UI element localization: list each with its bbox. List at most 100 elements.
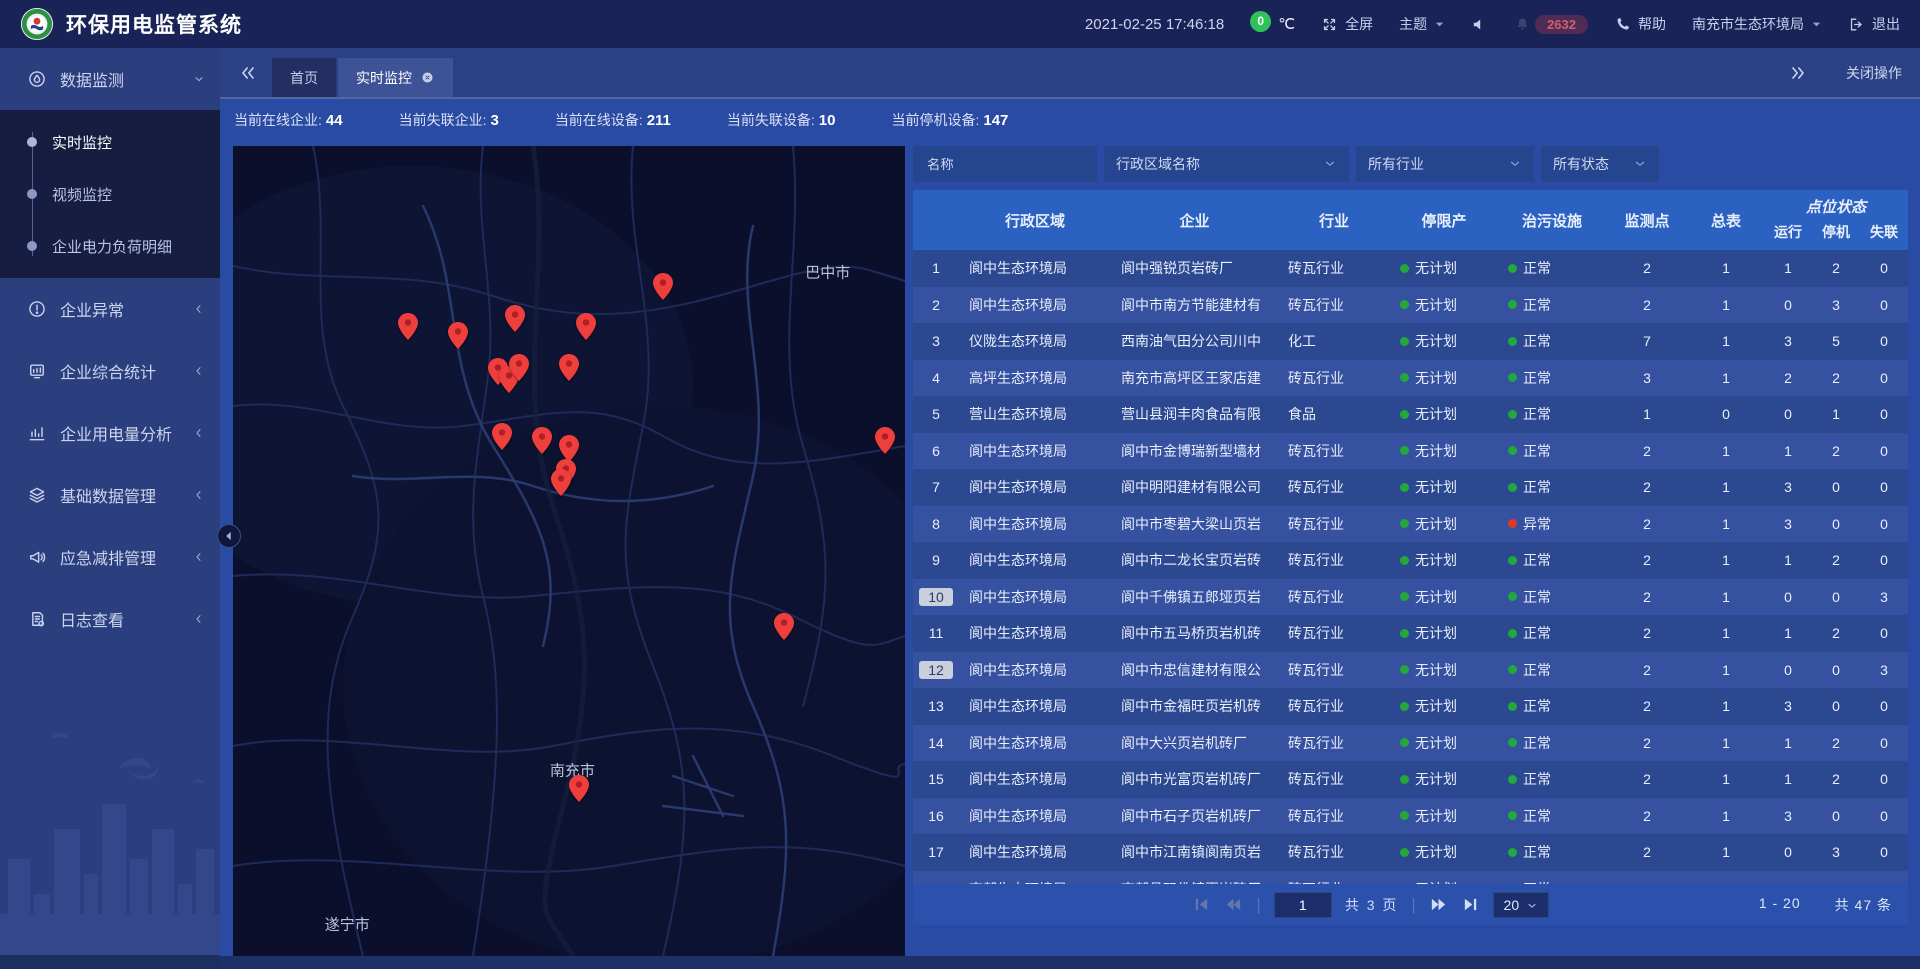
table-row[interactable]: 13阆中生态环境局阆中市金福旺页岩机砖砖瓦行业无计划正常21300 xyxy=(913,688,1908,725)
name-filter-input[interactable] xyxy=(925,156,1085,173)
map-pin-icon[interactable] xyxy=(569,775,589,802)
page-number-input[interactable] xyxy=(1274,892,1332,918)
stat-当前失联企业: 当前失联企业:3 xyxy=(399,110,499,130)
industry-filter-select[interactable]: 所有行业 xyxy=(1356,146,1534,182)
region-filter-select[interactable]: 行政区域名称 xyxy=(1104,146,1349,182)
map-pin-icon[interactable] xyxy=(505,305,525,332)
first-page-button[interactable] xyxy=(1192,895,1211,914)
table-row[interactable]: 8阆中生态环境局阆中市枣碧大梁山页岩砖瓦行业无计划异常21300 xyxy=(913,506,1908,543)
company-cell: 阆中强锐页岩砖厂 xyxy=(1111,258,1278,278)
sidebar-item-0[interactable]: 数据监测 xyxy=(0,48,220,110)
tabs-scroll-left-button[interactable] xyxy=(238,63,258,83)
map-pin-icon[interactable] xyxy=(398,313,418,340)
map-pin-icon[interactable] xyxy=(492,423,512,450)
table-row[interactable]: 9阆中生态环境局阆中市二龙长宝页岩砖砖瓦行业无计划正常21120 xyxy=(913,542,1908,579)
last-page-button[interactable] xyxy=(1461,895,1480,914)
row-index: 17 xyxy=(913,844,959,860)
table-row[interactable]: 12阆中生态环境局阆中市忠信建材有限公砖瓦行业无计划正常21003 xyxy=(913,652,1908,689)
sidebar-item-5[interactable]: 应急减排管理 xyxy=(0,526,220,588)
total-meters-cell: 1 xyxy=(1688,771,1764,787)
monitor-points-cell: 2 xyxy=(1606,625,1688,641)
fullscreen-button[interactable]: 全屏 xyxy=(1321,14,1373,34)
map-pin-icon[interactable] xyxy=(448,322,468,349)
map-pin-icon[interactable] xyxy=(576,313,596,340)
table-row[interactable]: 7阆中生态环境局阆中明阳建材有限公司砖瓦行业无计划正常21300 xyxy=(913,469,1908,506)
map-pin-icon[interactable] xyxy=(774,613,794,640)
close-operations-button[interactable]: 关闭操作 xyxy=(1846,63,1902,83)
theme-dropdown[interactable]: 主题 xyxy=(1399,14,1445,34)
table-row[interactable]: 10阆中生态环境局阆中千佛镇五郎垭页岩砖瓦行业无计划正常21003 xyxy=(913,579,1908,616)
sound-button[interactable] xyxy=(1471,16,1488,33)
table-row[interactable]: 3仪陇生态环境局西南油气田分公司川中化工无计划正常71350 xyxy=(913,323,1908,360)
status-filter-select[interactable]: 所有状态 xyxy=(1541,146,1659,182)
limit-production-cell: 无计划 xyxy=(1390,368,1498,388)
sidebar-menu: 数据监测实时监控视频监控企业电力负荷明细企业异常企业综合统计企业用电量分析基础数… xyxy=(0,48,220,650)
running-cell: 3 xyxy=(1764,516,1812,532)
pagination-summary: 1 - 20 共 47 条 xyxy=(1759,895,1892,915)
tab-realtime-monitor[interactable]: 实时监控 xyxy=(338,58,453,97)
total-meters-cell: 1 xyxy=(1688,735,1764,751)
sidebar-collapse-button[interactable] xyxy=(217,524,241,548)
chart-icon xyxy=(27,423,47,443)
region-cell: 阆中生态环境局 xyxy=(959,258,1111,278)
table-row[interactable]: 17阆中生态环境局阆中市江南镇阆南页岩砖瓦行业无计划正常21030 xyxy=(913,834,1908,871)
limit-production-cell: 无计划 xyxy=(1390,550,1498,570)
table-row[interactable]: 11阆中生态环境局阆中市五马桥页岩机砖砖瓦行业无计划正常21120 xyxy=(913,615,1908,652)
running-cell: 0 xyxy=(1764,589,1812,605)
sidebar-item-2[interactable]: 企业综合统计 xyxy=(0,340,220,402)
sidebar-subitem-0[interactable]: 实时监控 xyxy=(0,116,220,168)
notifications-button[interactable]: 2632 xyxy=(1514,15,1588,34)
table-row[interactable]: 15阆中生态环境局阆中市光富页岩机砖厂砖瓦行业无计划正常21120 xyxy=(913,761,1908,798)
map-pin-icon[interactable] xyxy=(551,469,571,496)
map-pin-icon[interactable] xyxy=(509,354,529,381)
lost-cell: 0 xyxy=(1860,844,1908,860)
map-pin-icon[interactable] xyxy=(559,354,579,381)
tabs-scroll-right-button[interactable] xyxy=(1788,63,1808,83)
sidebar-item-3[interactable]: 企业用电量分析 xyxy=(0,402,220,464)
table-row[interactable]: 5营山生态环境局营山县润丰肉食品有限食品无计划正常10010 xyxy=(913,396,1908,433)
page-size-select[interactable]: 20 xyxy=(1493,892,1549,918)
org-dropdown[interactable]: 南充市生态环境局 xyxy=(1692,14,1822,34)
sidebar-subitem-1[interactable]: 视频监控 xyxy=(0,168,220,220)
table-row[interactable]: 14阆中生态环境局阆中大兴页岩机砖厂砖瓦行业无计划正常21120 xyxy=(913,725,1908,762)
sidebar-subitem-2[interactable]: 企业电力负荷明细 xyxy=(0,220,220,272)
map-pin-icon[interactable] xyxy=(532,427,552,454)
table-row[interactable]: 4高坪生态环境局南充市高坪区王家店建砖瓦行业无计划正常31220 xyxy=(913,360,1908,397)
map-city-label: 遂宁市 xyxy=(325,913,370,934)
status-dot xyxy=(1508,264,1517,273)
map-pin-icon[interactable] xyxy=(875,427,895,454)
previous-page-button[interactable] xyxy=(1224,895,1243,914)
company-cell: 营山县润丰肉食品有限 xyxy=(1111,404,1278,424)
table-row[interactable]: 16阆中生态环境局阆中市石子页岩机砖厂砖瓦行业无计划正常21300 xyxy=(913,798,1908,835)
next-page-button[interactable] xyxy=(1429,895,1448,914)
company-cell: 南充市高坪区王家店建 xyxy=(1111,368,1278,388)
sidebar-item-1[interactable]: 企业异常 xyxy=(0,278,220,340)
table-panel: 行政区域名称 所有行业 所有状态 行政区域企业行业停限 xyxy=(913,146,1908,925)
running-cell: 0 xyxy=(1764,662,1812,678)
logout-button[interactable]: 退出 xyxy=(1848,14,1900,34)
stopped-cell: 2 xyxy=(1812,552,1860,568)
running-cell: 1 xyxy=(1764,771,1812,787)
table-row[interactable]: 1阆中生态环境局阆中强锐页岩砖厂砖瓦行业无计划正常21120 xyxy=(913,250,1908,287)
close-icon[interactable] xyxy=(420,70,435,85)
row-index: 13 xyxy=(913,698,959,714)
sidebar-item-6[interactable]: 日志查看 xyxy=(0,588,220,650)
status-dot xyxy=(1400,665,1409,674)
map-canvas[interactable] xyxy=(233,146,905,956)
tab-home[interactable]: 首页 xyxy=(272,58,336,97)
industry-cell: 食品 xyxy=(1278,404,1390,424)
total-meters-cell: 1 xyxy=(1688,589,1764,605)
table-row[interactable]: 18南部生态环境局南部县双佛镇页岩砖厂砖瓦行业无计划正常21030 xyxy=(913,871,1908,885)
sidebar-item-4[interactable]: 基础数据管理 xyxy=(0,464,220,526)
limit-production-cell: 无计划 xyxy=(1390,623,1498,643)
table-row[interactable]: 2阆中生态环境局阆中市南方节能建材有砖瓦行业无计划正常21030 xyxy=(913,287,1908,324)
limit-production-cell: 无计划 xyxy=(1390,404,1498,424)
map-pin-icon[interactable] xyxy=(559,435,579,462)
sidebar-item-label: 应急减排管理 xyxy=(60,545,156,569)
status-dot xyxy=(1400,410,1409,419)
map-pin-icon[interactable] xyxy=(653,273,673,300)
temperature-badge: 0 xyxy=(1250,11,1271,32)
table-row[interactable]: 6阆中生态环境局阆中市金博瑞新型墙材砖瓦行业无计划正常21120 xyxy=(913,433,1908,470)
lost-cell: 0 xyxy=(1860,552,1908,568)
help-button[interactable]: 帮助 xyxy=(1614,14,1666,34)
